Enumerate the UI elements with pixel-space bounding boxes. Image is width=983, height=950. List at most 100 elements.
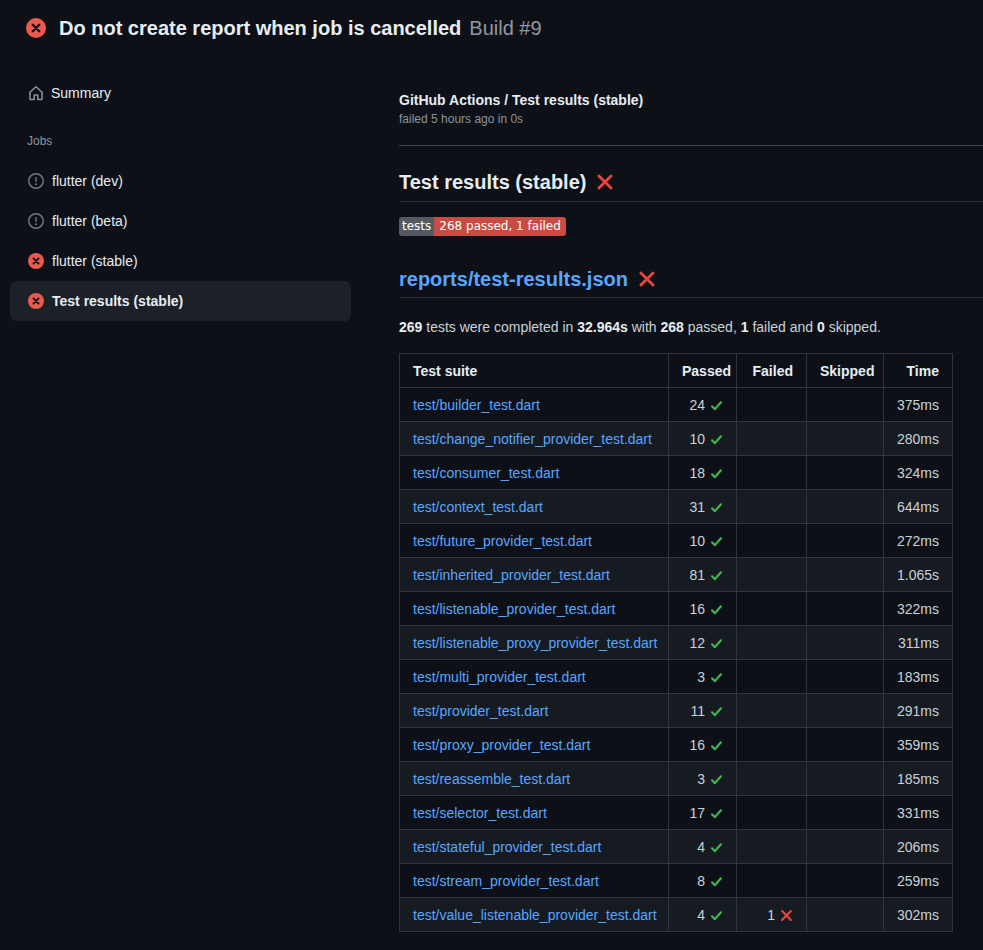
failed-cell (737, 388, 807, 422)
skipped-cell (807, 864, 884, 898)
report-link[interactable]: reports/test-results.json (399, 268, 628, 290)
table-row: test/listenable_proxy_provider_test.dart… (400, 626, 953, 660)
suite-link[interactable]: test/change_notifier_provider_test.dart (413, 431, 652, 447)
passed-cell: 18 (669, 456, 737, 490)
skipped-cell (807, 796, 884, 830)
check-icon (710, 671, 723, 684)
time-cell: 331ms (884, 796, 953, 830)
failed-cell (737, 422, 807, 456)
time-cell: 324ms (884, 456, 953, 490)
passed-cell: 10 (669, 422, 737, 456)
suite-link[interactable]: test/listenable_provider_test.dart (413, 601, 615, 617)
passed-cell: 4 (669, 830, 737, 864)
suite-cell: test/value_listenable_provider_test.dart (400, 898, 669, 932)
time-cell: 322ms (884, 592, 953, 626)
skipped-cell (807, 728, 884, 762)
passed-cell: 3 (669, 660, 737, 694)
badge-value: 268 passed, 1 failed (434, 217, 566, 236)
suite-link[interactable]: test/listenable_proxy_provider_test.dart (413, 635, 657, 651)
passed-cell: 31 (669, 490, 737, 524)
check-icon (710, 501, 723, 514)
skipped-cell (807, 456, 884, 490)
table-row: test/builder_test.dart 24 375ms (400, 388, 953, 422)
failed-cell (737, 796, 807, 830)
cancelled-icon (28, 213, 44, 229)
sidebar-job-item[interactable]: flutter (dev) (10, 161, 351, 201)
failed-cell (737, 762, 807, 796)
test-table-body: test/builder_test.dart24375mstest/change… (400, 388, 953, 932)
suite-cell: test/listenable_proxy_provider_test.dart (400, 626, 669, 660)
suite-link[interactable]: test/context_test.dart (413, 499, 543, 515)
failed-cell (737, 626, 807, 660)
suite-link[interactable]: test/proxy_provider_test.dart (413, 737, 590, 753)
failed-cell (737, 728, 807, 762)
suite-cell: test/listenable_provider_test.dart (400, 592, 669, 626)
column-header: Failed (737, 354, 807, 388)
suite-link[interactable]: test/inherited_provider_test.dart (413, 567, 610, 583)
skipped-cell (807, 898, 884, 932)
sidebar-job-item[interactable]: flutter (beta) (10, 201, 351, 241)
table-row: test/context_test.dart31644ms (400, 490, 953, 524)
suite-link[interactable]: test/stateful_provider_test.dart (413, 839, 601, 855)
suite-link[interactable]: test/reassemble_test.dart (413, 771, 570, 787)
cancelled-icon (28, 173, 44, 189)
jobs-section-label: Jobs (0, 131, 375, 151)
passed-cell: 12 (669, 626, 737, 660)
suite-cell: test/stream_provider_test.dart (400, 864, 669, 898)
suite-cell: test/inherited_provider_test.dart (400, 558, 669, 592)
time-cell: 375ms (884, 388, 953, 422)
suite-link[interactable]: test/provider_test.dart (413, 703, 548, 719)
section-heading-text: Test results (stable) (399, 171, 586, 193)
suite-link[interactable]: test/multi_provider_test.dart (413, 669, 586, 685)
skipped-cell (807, 388, 884, 422)
suite-cell: test/change_notifier_provider_test.dart (400, 422, 669, 456)
x-circle-icon (28, 253, 44, 269)
table-row: test/change_notifier_provider_test.dart 1… (400, 422, 953, 456)
summary-text: 269 tests were completed in 32.964s with… (399, 319, 983, 335)
check-icon (710, 637, 723, 650)
skipped-cell (807, 524, 884, 558)
time-cell: 259ms (884, 864, 953, 898)
suite-link[interactable]: test/selector_test.dart (413, 805, 547, 821)
suite-cell: test/selector_test.dart (400, 796, 669, 830)
job-label: Test results (stable) (52, 293, 183, 309)
check-icon (710, 875, 723, 888)
sidebar: Summary Jobs flutter (dev) flutter (beta)… (0, 73, 375, 321)
passed-cell: 17 (669, 796, 737, 830)
job-label: flutter (beta) (52, 213, 127, 229)
check-icon (710, 603, 723, 616)
time-cell: 291ms (884, 694, 953, 728)
suite-cell: test/future_provider_test.dart (400, 524, 669, 558)
check-icon (710, 535, 723, 548)
check-icon (710, 807, 723, 820)
check-icon (710, 909, 723, 922)
suite-link[interactable]: test/future_provider_test.dart (413, 533, 592, 549)
status-line: failed 5 hours ago in 0s (399, 112, 983, 126)
table-row: test/stream_provider_test.dart8259ms (400, 864, 953, 898)
sidebar-item-summary[interactable]: Summary (0, 73, 375, 113)
failed-cell: 1 (737, 898, 807, 932)
jobs-list: flutter (dev) flutter (beta) flutter (stab… (0, 161, 375, 321)
time-cell: 302ms (884, 898, 953, 932)
passed-cell: 11 (669, 694, 737, 728)
suite-cell: test/consumer_test.dart (400, 456, 669, 490)
suite-link[interactable]: test/builder_test.dart (413, 397, 540, 413)
check-icon (710, 569, 723, 582)
table-row: test/consumer_test.dart 18 324ms (400, 456, 953, 490)
sidebar-job-item[interactable]: flutter (stable) (10, 241, 351, 281)
table-row: test/proxy_provider_test.dart16359ms (400, 728, 953, 762)
test-results-table: Test suitePassedFailedSkippedTime test/b… (399, 353, 953, 932)
table-row: test/value_listenable_provider_test.dart… (400, 898, 953, 932)
passed-cell: 24 (669, 388, 737, 422)
divider (399, 145, 983, 146)
skipped-cell (807, 694, 884, 728)
suite-cell: test/context_test.dart (400, 490, 669, 524)
suite-link[interactable]: test/consumer_test.dart (413, 465, 559, 481)
suite-link[interactable]: test/stream_provider_test.dart (413, 873, 599, 889)
column-header: Time (884, 354, 953, 388)
failed-x-icon (638, 270, 656, 292)
sidebar-job-item[interactable]: Test results (stable) (10, 281, 351, 321)
passed-cell: 4 (669, 898, 737, 932)
suite-link[interactable]: test/value_listenable_provider_test.dart (413, 907, 657, 923)
check-icon (710, 773, 723, 786)
